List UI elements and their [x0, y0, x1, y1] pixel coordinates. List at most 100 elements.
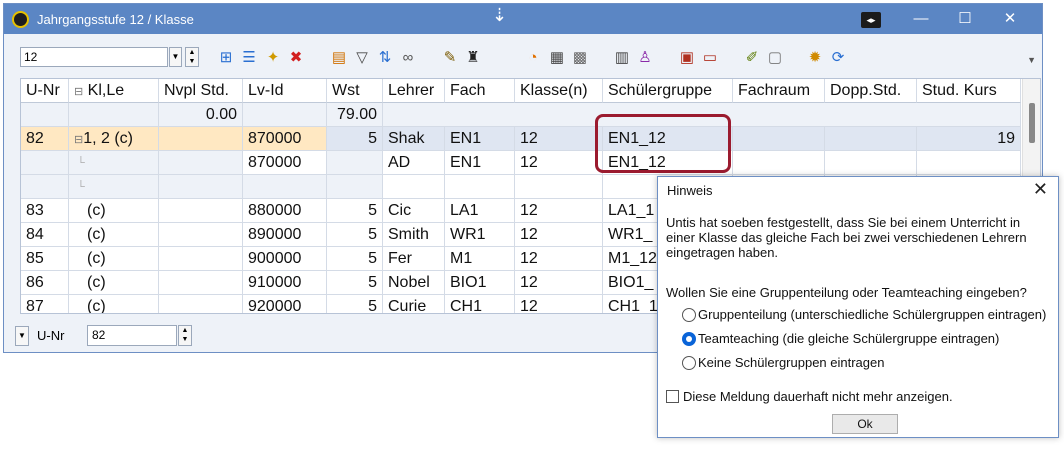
close-window-button[interactable]: ✕ — [995, 8, 1025, 30]
klasse-cell[interactable]: 12 — [515, 199, 603, 223]
wst-cell[interactable]: 5 — [327, 271, 383, 295]
klasse-cell[interactable]: 12 — [515, 295, 603, 313]
wst-cell[interactable]: 5 — [327, 223, 383, 247]
combo-dropdown-button[interactable]: ▼ — [169, 47, 182, 67]
monitor-icon[interactable]: ▭ — [701, 49, 719, 67]
unr-spin-button[interactable]: ▲ ▼ — [178, 325, 192, 346]
column-header[interactable]: Fachraum — [733, 79, 825, 103]
column-header[interactable]: Lv-Id — [243, 79, 327, 103]
lvid-cell[interactable]: 900000 — [243, 247, 327, 271]
column-header[interactable]: Fach — [445, 79, 515, 103]
delete-icon[interactable]: ✖ — [287, 49, 305, 67]
table-row[interactable]: 82 ⊟1, 2 (c) 870000 5 Shak EN1 12 EN1_12… — [21, 127, 1021, 151]
klle-cell[interactable]: (c) — [69, 295, 159, 313]
kurs-cell[interactable]: 19 — [917, 127, 1021, 151]
ok-button[interactable]: Ok — [832, 414, 898, 434]
list-icon[interactable]: ☰ — [240, 49, 258, 67]
klle-cell[interactable]: (c) — [69, 199, 159, 223]
column-header[interactable]: ⊟ Kl,Le — [69, 79, 159, 103]
wst-cell[interactable]: 5 — [327, 127, 383, 151]
klasse-cell[interactable]: 12 — [515, 151, 603, 175]
radio-keine-gruppen[interactable]: Keine Schülergruppen eintragen — [682, 355, 884, 371]
lehrer-cell[interactable]: Fer — [383, 247, 445, 271]
wst-cell[interactable]: 5 — [327, 199, 383, 223]
print-icon[interactable]: ▣ — [678, 49, 696, 67]
bottom-dropdown-button[interactable]: ▼ — [15, 326, 29, 346]
columns-icon[interactable]: ▥ — [613, 49, 631, 67]
klasse-cell[interactable]: 12 — [515, 247, 603, 271]
lehrer-cell[interactable]: Curie — [383, 295, 445, 313]
column-header[interactable]: Wst — [327, 79, 383, 103]
sort-icon[interactable]: ⇅ — [376, 49, 394, 67]
lehrer-cell[interactable]: Smith — [383, 223, 445, 247]
document-icon[interactable]: ▢ — [766, 49, 784, 67]
column-header[interactable]: Lehrer — [383, 79, 445, 103]
klle-cell[interactable]: ⊟1, 2 (c) — [69, 127, 159, 151]
klasse-cell[interactable]: 12 — [515, 271, 603, 295]
refresh-icon[interactable]: ⟳ — [829, 49, 847, 67]
klle-cell[interactable]: (c) — [69, 271, 159, 295]
lvid-cell[interactable]: 870000 — [243, 127, 327, 151]
graduate-icon[interactable]: ♜ — [464, 49, 482, 67]
wst-cell[interactable]: 5 — [327, 295, 383, 313]
radio-teamteaching[interactable]: Teamteaching (die gleiche Schülergruppe … — [682, 331, 999, 347]
dont-show-again-checkbox[interactable]: Diese Meldung dauerhaft nicht mehr anzei… — [666, 389, 953, 404]
calendar-icon[interactable]: ▦ — [548, 49, 566, 67]
lehrer-cell[interactable]: Cic — [383, 199, 445, 223]
radio-selected-icon[interactable] — [682, 332, 696, 346]
gear-icon[interactable]: ✹ — [806, 49, 824, 67]
klasse-cell[interactable]: 12 — [515, 127, 603, 151]
fach-cell[interactable]: EN1 — [445, 151, 515, 175]
lvid-cell[interactable]: 890000 — [243, 223, 327, 247]
table-row[interactable]: └ 870000 AD EN1 12 EN1_12 — [21, 151, 1021, 175]
lvid-cell[interactable]: 870000 — [243, 151, 327, 175]
toolbar-overflow-chevron-icon[interactable]: ▼ — [1027, 55, 1036, 65]
people-icon[interactable]: ♙ — [636, 49, 654, 67]
lvid-cell[interactable]: 880000 — [243, 199, 327, 223]
link-icon[interactable]: ∞ — [399, 49, 417, 67]
column-header[interactable]: Stud. Kurs — [917, 79, 1021, 103]
lvid-cell[interactable]: 920000 — [243, 295, 327, 313]
column-header[interactable]: Schülergruppe — [603, 79, 733, 103]
unr-cell[interactable]: 84 — [21, 223, 69, 247]
split-view-icon[interactable]: ◂▸ — [861, 12, 881, 28]
dialog-close-button[interactable]: ✕ — [1033, 179, 1048, 200]
lehrer-cell[interactable]: Nobel — [383, 271, 445, 295]
radio-circle-icon[interactable] — [682, 308, 696, 322]
unr-cell[interactable]: 87 — [21, 295, 69, 313]
klle-cell[interactable]: (c) — [69, 247, 159, 271]
lehrer-cell[interactable]: AD — [383, 151, 445, 175]
column-header[interactable]: U-Nr — [21, 79, 69, 103]
magic-icon[interactable]: ✎ — [441, 49, 459, 67]
class-combo[interactable]: 12 — [20, 47, 168, 67]
column-header[interactable]: Nvpl Std. — [159, 79, 243, 103]
edit-icon[interactable]: ✐ — [743, 49, 761, 67]
funnel-icon[interactable]: ▽ — [353, 49, 371, 67]
wst-cell[interactable]: 5 — [327, 247, 383, 271]
combo-spin-button[interactable]: ▲ ▼ — [185, 47, 199, 67]
radio-gruppenteilung[interactable]: Gruppenteilung (unterschiedliche Schüler… — [682, 307, 1046, 323]
grid-icon[interactable]: ▩ — [571, 49, 589, 67]
unr-cell[interactable]: 86 — [21, 271, 69, 295]
scrollbar-thumb[interactable] — [1029, 103, 1035, 143]
minimize-button[interactable]: — — [906, 8, 936, 30]
klle-cell[interactable]: (c) — [69, 223, 159, 247]
lvid-cell[interactable]: 910000 — [243, 271, 327, 295]
column-header[interactable]: Klasse(n) — [515, 79, 603, 103]
fach-cell[interactable]: M1 — [445, 247, 515, 271]
klasse-cell[interactable]: 12 — [515, 223, 603, 247]
column-header[interactable]: Dopp.Std. — [825, 79, 917, 103]
collapse-icon[interactable]: ⊟ — [74, 134, 83, 146]
fach-cell[interactable]: BIO1 — [445, 271, 515, 295]
unr-cell[interactable]: 85 — [21, 247, 69, 271]
lehrer-cell[interactable]: Shak — [383, 127, 445, 151]
fach-cell[interactable]: WR1 — [445, 223, 515, 247]
unr-input[interactable]: 82 — [87, 325, 177, 346]
filter-icon[interactable]: ▤ — [330, 49, 348, 67]
add-row-icon[interactable]: ⊞ — [217, 49, 235, 67]
fach-cell[interactable]: EN1 — [445, 127, 515, 151]
maximize-button[interactable]: ☐ — [950, 8, 980, 30]
radio-circle-icon[interactable] — [682, 356, 696, 370]
clock-icon[interactable]: ◔ — [524, 49, 542, 67]
unr-cell[interactable]: 82 — [21, 127, 69, 151]
